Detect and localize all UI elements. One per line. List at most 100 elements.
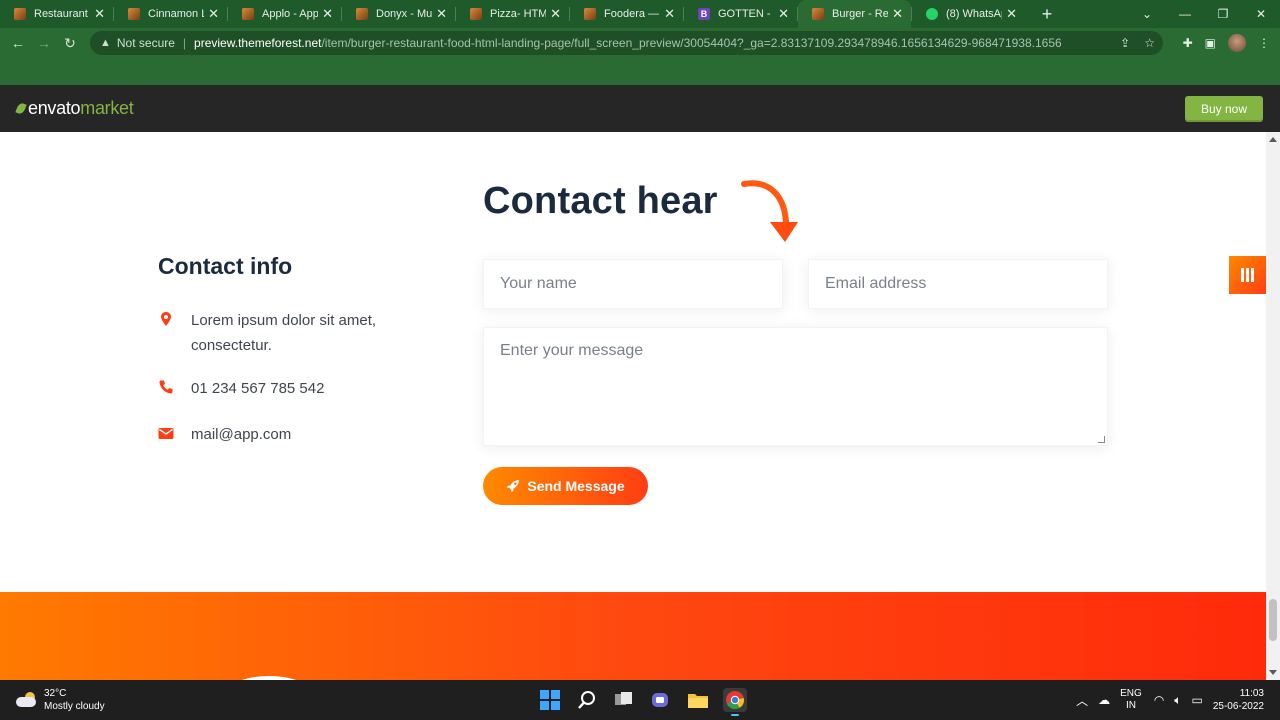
language-indicator[interactable]: ENG IN xyxy=(1120,688,1142,712)
separator: | xyxy=(182,36,187,50)
close-window-button[interactable]: ✕ xyxy=(1242,7,1280,21)
browser-tab[interactable]: Burger - Resta✕ xyxy=(798,0,911,28)
contact-info-title: Contact info xyxy=(158,253,293,279)
partly-cloudy-icon xyxy=(16,692,38,708)
toolbar-background xyxy=(0,58,1280,86)
close-tab-icon[interactable]: ✕ xyxy=(892,6,903,22)
lang-top: ENG xyxy=(1120,688,1142,699)
themeforest-icon xyxy=(128,8,140,20)
tab-title: Cinnamon Lar xyxy=(148,8,204,20)
profile-avatar[interactable] xyxy=(1228,34,1246,52)
scroll-up-arrow-icon[interactable] xyxy=(1269,137,1277,142)
close-tab-icon[interactable]: ✕ xyxy=(1006,6,1017,22)
browser-tab[interactable]: Foodera — Re ✕ xyxy=(570,0,683,28)
email-text: mail@app.com xyxy=(191,426,292,443)
file-explorer-icon[interactable] xyxy=(686,688,710,712)
menu-kebab-icon[interactable]: ⋮ xyxy=(1258,36,1270,50)
message-textarea[interactable]: Enter your message xyxy=(483,327,1108,446)
close-tab-icon[interactable]: ✕ xyxy=(664,6,675,22)
browser-tab[interactable]: (8) WhatsApp ✕ xyxy=(912,0,1025,28)
browser-tab[interactable]: Applo - Applic✕ xyxy=(228,0,341,28)
back-button[interactable]: ← xyxy=(5,35,31,51)
clock[interactable]: 11:03 25-06-2022 xyxy=(1213,687,1264,713)
window-controls: ⌄ — ❐ ✕ xyxy=(1128,0,1280,28)
tab-title: Foodera — Re xyxy=(604,8,660,20)
tab-title: Restaurant La xyxy=(34,8,90,20)
warning-icon: ▲ xyxy=(100,37,111,49)
address-text: Lorem ipsum dolor sit amet, consectetur. xyxy=(191,312,377,354)
browser-tab[interactable]: Restaurant La ✕ xyxy=(0,0,113,28)
envato-preview-bar: envato market Buy now xyxy=(0,85,1280,132)
close-tab-icon[interactable]: ✕ xyxy=(436,6,447,22)
weather-text: Mostly cloudy xyxy=(44,701,105,712)
browser-tab-strip: Restaurant La✕Cinnamon Lar✕Applo - Appli… xyxy=(0,0,1280,28)
new-tab-button[interactable]: + xyxy=(1035,4,1059,25)
lang-bottom: IN xyxy=(1125,700,1136,711)
share-icon[interactable]: ⇪ xyxy=(1120,36,1130,50)
task-view-icon[interactable] xyxy=(612,688,636,712)
bootstrap-icon: B xyxy=(698,8,710,20)
email-input[interactable]: Email address xyxy=(808,259,1108,309)
envato-leaf-icon xyxy=(15,101,27,116)
weather-widget[interactable]: 32°C Mostly cloudy xyxy=(16,687,105,713)
chrome-icon[interactable] xyxy=(723,688,747,716)
scroll-down-arrow-icon[interactable] xyxy=(1269,670,1277,675)
send-message-button[interactable]: Send Message xyxy=(483,467,648,505)
browser-tab[interactable]: Pizza- HTML L✕ xyxy=(456,0,569,28)
reload-button[interactable]: ↻ xyxy=(57,35,83,52)
battery-icon[interactable]: ▭ xyxy=(1192,693,1203,707)
phone-row: 01 234 567 785 542 xyxy=(158,376,421,401)
temperature-text: 32°C xyxy=(44,688,67,699)
contact-heading: Contact hear xyxy=(483,180,718,222)
volume-icon[interactable]: 🔈︎ xyxy=(1174,693,1181,708)
search-icon[interactable] xyxy=(575,688,599,712)
minimize-button[interactable]: — xyxy=(1166,7,1204,21)
show-hidden-icons-chevron-icon[interactable]: ︿ xyxy=(1076,692,1088,709)
browser-tab[interactable]: Donyx - Multi✕ xyxy=(342,0,455,28)
tab-title: GOTTEN - MU xyxy=(718,8,774,20)
envelope-icon xyxy=(158,428,174,439)
maximize-button[interactable]: ❐ xyxy=(1204,7,1242,21)
themeforest-icon xyxy=(812,8,824,20)
name-input[interactable]: Your name xyxy=(483,259,783,309)
windows-start-icon[interactable] xyxy=(538,688,562,712)
side-panel-toggle[interactable] xyxy=(1229,256,1266,294)
wifi-icon[interactable]: ◠ xyxy=(1154,693,1164,707)
rocket-icon xyxy=(507,480,520,493)
resize-grip-icon[interactable] xyxy=(1098,436,1105,443)
teams-chat-icon[interactable] xyxy=(649,688,673,712)
close-tab-icon[interactable]: ✕ xyxy=(208,6,219,22)
close-tab-icon[interactable]: ✕ xyxy=(322,6,333,22)
browser-tab[interactable]: B GOTTEN - MU ✕ xyxy=(684,0,797,28)
url-host: preview.themeforest.net xyxy=(194,36,322,50)
forward-button[interactable]: → xyxy=(31,35,57,51)
location-pin-icon xyxy=(161,312,171,326)
message-placeholder: Enter your message xyxy=(500,342,644,359)
tab-search-icon[interactable]: ⌄ xyxy=(1128,7,1166,21)
onedrive-cloud-icon[interactable]: ☁ xyxy=(1098,693,1110,707)
close-tab-icon[interactable]: ✕ xyxy=(94,6,105,22)
date-text: 25-06-2022 xyxy=(1212,701,1264,712)
browser-tab[interactable]: Cinnamon Lar ✕ xyxy=(114,0,227,28)
whatsapp-icon xyxy=(926,8,938,20)
footer-gradient-band xyxy=(0,592,1266,680)
address-bar[interactable]: ▲ Not secure | preview.themeforest.net /… xyxy=(90,31,1163,55)
envato-logo[interactable]: envato market xyxy=(15,98,134,119)
logo-market-text: market xyxy=(80,98,134,118)
windows-taskbar: 32°C Mostly cloudy ︿ ☁ ENG IN ◠ 🔈︎ ▭ 11:… xyxy=(0,680,1280,720)
tab-title: Applo - Applic xyxy=(262,8,319,20)
close-tab-icon[interactable]: ✕ xyxy=(550,6,561,22)
send-message-label: Send Message xyxy=(527,478,625,494)
tab-title: Donyx - Multi xyxy=(376,8,433,20)
close-tab-icon[interactable]: ✕ xyxy=(778,6,789,22)
system-tray: ︿ ☁ ENG IN ◠ 🔈︎ ▭ 11:03 25-06-2022 xyxy=(1076,680,1280,720)
themeforest-icon xyxy=(356,8,368,20)
extensions-icon[interactable]: ✚ xyxy=(1183,36,1193,50)
security-label: Not secure xyxy=(116,36,175,50)
tab-title: Pizza- HTML L xyxy=(490,8,547,20)
scrollbar-thumb[interactable] xyxy=(1269,599,1277,641)
side-panel-icon[interactable]: ▣ xyxy=(1205,36,1216,50)
bookmark-star-icon[interactable]: ☆ xyxy=(1144,36,1155,50)
page-scrollbar[interactable] xyxy=(1266,132,1280,680)
buy-now-button[interactable]: Buy now xyxy=(1185,96,1263,122)
